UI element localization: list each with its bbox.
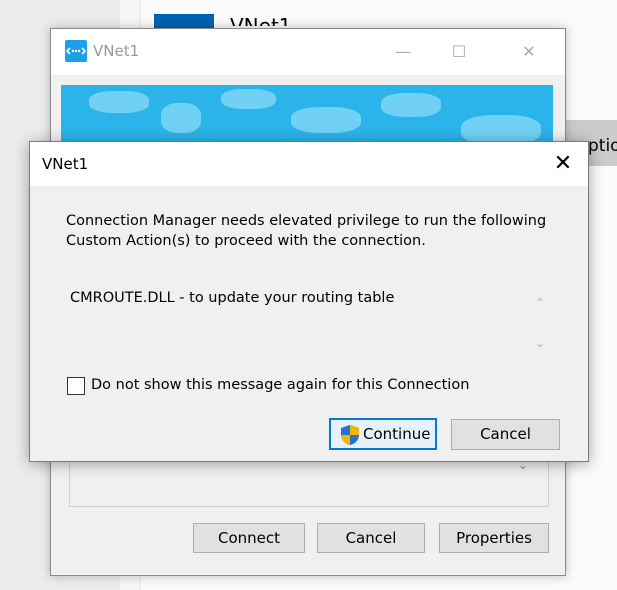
dialog-titlebar: VNet1 ✕ (30, 142, 588, 186)
action-list-scrollbar[interactable]: ⌃ ⌄ (531, 288, 553, 358)
vpn-connection-icon (65, 40, 87, 62)
elevation-message: Connection Manager needs elevated privil… (66, 213, 547, 249)
background-options-label: ptio (588, 136, 617, 156)
window-titlebar: VNet1 — ☐ ✕ (51, 29, 565, 75)
chevron-up-icon[interactable]: ⌃ (535, 296, 545, 310)
custom-action-item: CMROUTE.DLL - to update your routing tab… (70, 290, 395, 306)
dialog-cancel-button[interactable]: Cancel (451, 419, 560, 450)
close-icon[interactable]: ✕ (548, 150, 578, 178)
minimize-icon[interactable]: — (389, 39, 417, 65)
background-vpn-title: VNet1 (230, 14, 292, 26)
uac-shield-icon (341, 425, 359, 445)
chevron-down-icon[interactable]: ⌄ (535, 336, 545, 350)
close-icon[interactable]: ✕ (515, 39, 543, 65)
do-not-show-checkbox[interactable] (67, 377, 85, 395)
elevation-dialog: VNet1 ✕ Connection Manager needs elevate… (29, 141, 589, 462)
cancel-button[interactable]: Cancel (317, 523, 425, 553)
maximize-icon[interactable]: ☐ (445, 39, 473, 65)
continue-button[interactable]: Continue (329, 418, 437, 450)
dialog-title: VNet1 (42, 155, 89, 173)
do-not-show-label[interactable]: Do not show this message again for this … (91, 377, 469, 393)
properties-button[interactable]: Properties (439, 523, 549, 553)
window-title: VNet1 (93, 42, 140, 60)
connect-button[interactable]: Connect (193, 523, 305, 553)
continue-button-label: Continue (363, 425, 431, 443)
